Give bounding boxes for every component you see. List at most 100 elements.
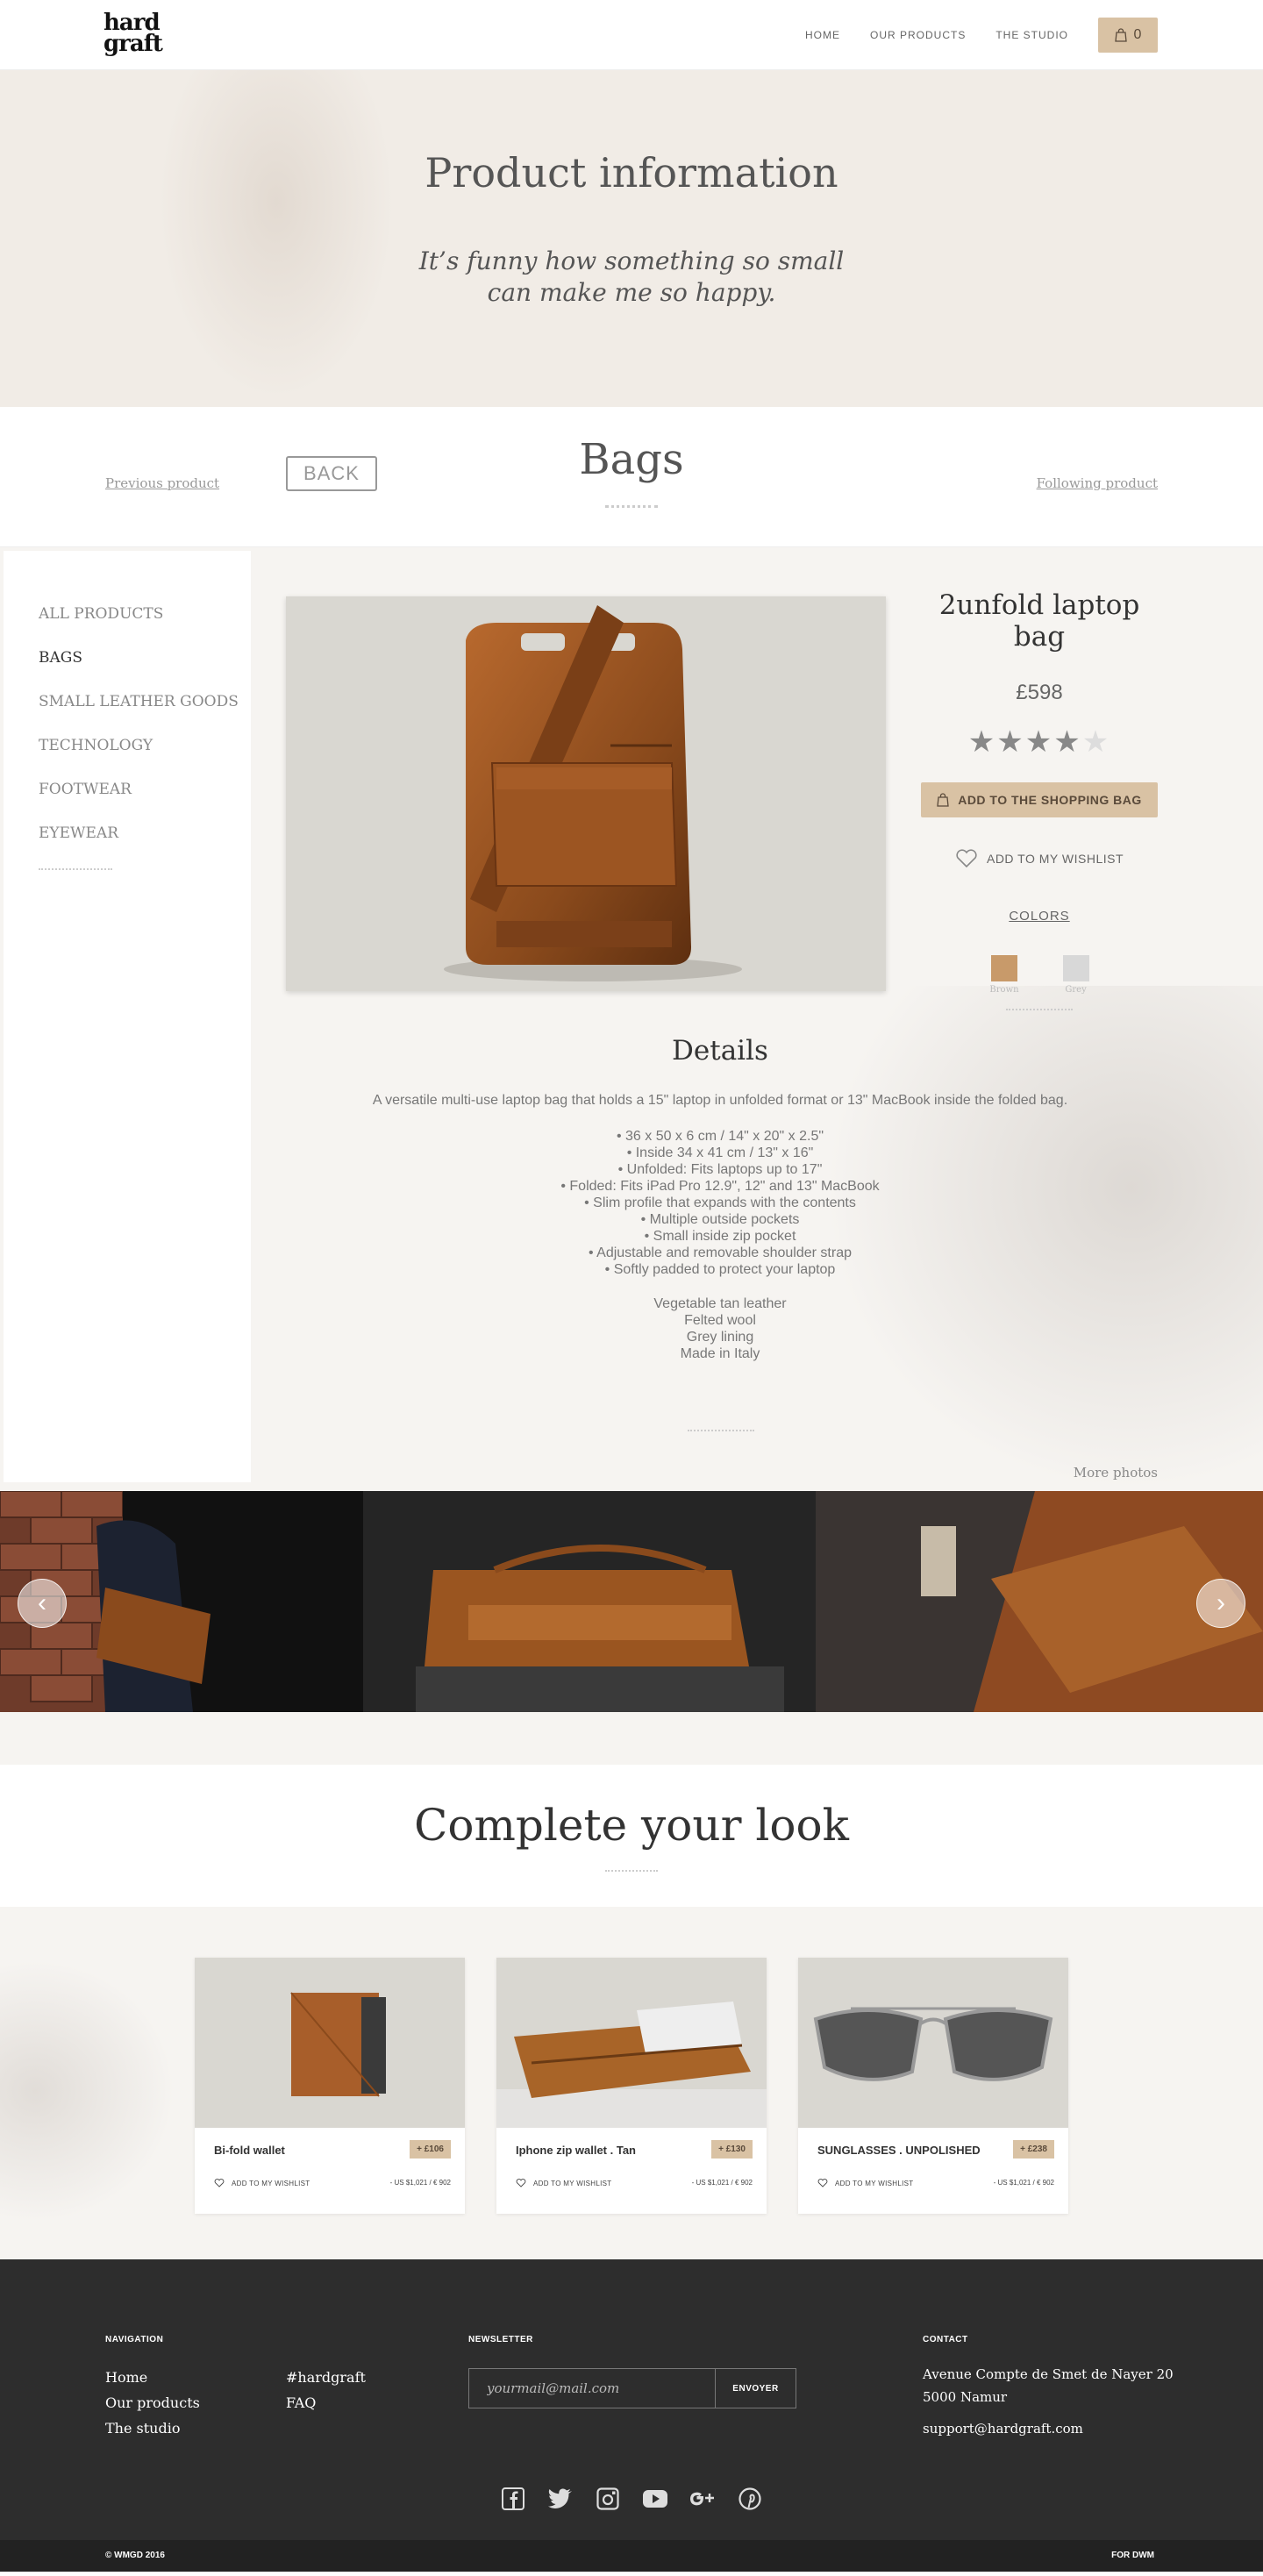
feature-item: • Adjustable and removable shoulder stra… <box>588 1245 852 1260</box>
feature-list: • 36 x 50 x 6 cm / 14" x 20" x 2.5" • In… <box>286 1128 1154 1278</box>
footer-link-the-studio[interactable]: The studio <box>105 2415 200 2441</box>
nav-the-studio[interactable]: THE STUDIO <box>995 29 1068 41</box>
sidebar-item-technology[interactable]: TECHNOLOGY <box>39 737 251 754</box>
gallery-photo-2[interactable] <box>363 1491 816 1712</box>
contact-title: CONTACT <box>923 2335 968 2344</box>
hero-banner: Product information It’s funny how somet… <box>0 70 1263 400</box>
add-to-wishlist-button[interactable]: ADD TO MY WISHLIST <box>912 849 1167 868</box>
hero-quote-line-1: It’s funny how something so small <box>418 246 845 275</box>
gallery-prev-button[interactable]: ‹ <box>18 1579 67 1628</box>
gallery-image <box>363 1491 816 1712</box>
newsletter-email-input[interactable] <box>469 2369 715 2408</box>
contact-email[interactable]: support@hardgraft.com <box>923 2417 1174 2440</box>
swatch-label: Grey <box>1065 985 1087 995</box>
zip-wallet-illustration <box>496 1958 767 2128</box>
product-card-price[interactable]: + £130 <box>711 2140 753 2159</box>
sunglasses-illustration <box>798 1958 1068 2128</box>
swatch-color <box>991 955 1017 981</box>
product-card-name: Iphone zip wallet . Tan <box>516 2144 636 2157</box>
swatch-color <box>1062 955 1089 981</box>
address-line-2: 5000 Namur <box>923 2389 1008 2405</box>
color-swatches: Brown Grey <box>912 955 1167 995</box>
product-card-price[interactable]: + £238 <box>1013 2140 1054 2159</box>
divider <box>605 505 658 508</box>
hero-quote-line-2: can make me so happy. <box>487 278 776 307</box>
nav-home[interactable]: HOME <box>805 29 840 41</box>
heart-icon <box>214 2179 225 2187</box>
details-title: Details <box>672 1035 768 1067</box>
newsletter-submit-button[interactable]: ENVOYER <box>715 2369 796 2408</box>
following-product-link[interactable]: Following product <box>1037 475 1158 491</box>
bag-count: 0 <box>1133 27 1142 42</box>
newsletter-form: ENVOYER <box>468 2368 796 2408</box>
product-card-image <box>195 1958 465 2128</box>
complete-your-look-header: Complete your look <box>0 1712 1263 1907</box>
footer-link-hardgraft[interactable]: #hardgraft <box>286 2365 366 2390</box>
product-price: £598 <box>1016 681 1063 704</box>
add-to-bag-button[interactable]: ADD TO THE SHOPPING BAG <box>921 782 1158 817</box>
social-links <box>500 2486 763 2512</box>
instagram-icon[interactable] <box>595 2486 621 2512</box>
color-swatch-brown[interactable]: Brown <box>989 955 1019 995</box>
swatch-label: Brown <box>989 985 1019 995</box>
sidebar-item-small-leather-goods[interactable]: SMALL LEATHER GOODS <box>39 693 251 710</box>
footer-nav-title: NAVIGATION <box>105 2335 164 2344</box>
heart-icon <box>516 2179 526 2187</box>
product-card-image <box>496 1958 767 2128</box>
divider <box>39 868 112 870</box>
google-plus-icon[interactable] <box>689 2486 716 2512</box>
facebook-icon[interactable] <box>500 2486 526 2512</box>
youtube-icon[interactable] <box>642 2486 668 2512</box>
heart-icon <box>817 2179 828 2187</box>
heart-icon <box>956 849 977 868</box>
color-swatch-grey[interactable]: Grey <box>1062 955 1089 995</box>
divider <box>605 1870 658 1872</box>
pinterest-icon[interactable] <box>737 2486 763 2512</box>
wishlist-label: ADD TO MY WISHLIST <box>835 2179 914 2187</box>
contact-info: Avenue Compte de Smet de Nayer 20 5000 N… <box>923 2363 1174 2440</box>
sidebar-item-footwear[interactable]: FOOTWEAR <box>39 781 251 798</box>
gallery-next-button[interactable]: › <box>1196 1579 1245 1628</box>
feature-item: • Slim profile that expands with the con… <box>584 1195 856 1210</box>
laptop-bag-illustration <box>444 605 742 981</box>
more-photos-link[interactable]: More photos <box>1074 1465 1158 1481</box>
footer-nav-col-2: #hardgraft FAQ <box>286 2365 366 2415</box>
product-card-price[interactable]: + £106 <box>410 2140 451 2159</box>
product-card[interactable]: Iphone zip wallet . Tan + £130 ADD TO MY… <box>496 1958 767 2214</box>
product-card[interactable]: SUNGLASSES . UNPOLISHED + £238 ADD TO MY… <box>798 1958 1068 2214</box>
sidebar-item-eyewear[interactable]: EYEWEAR <box>39 824 251 842</box>
sidebar-item-all-products[interactable]: ALL PRODUCTS <box>39 605 251 623</box>
divider <box>688 1430 754 1431</box>
product-image[interactable] <box>286 596 886 991</box>
feature-item: • 36 x 50 x 6 cm / 14" x 20" x 2.5" <box>616 1129 824 1144</box>
add-to-wishlist-button[interactable]: ADD TO MY WISHLIST <box>516 2179 611 2187</box>
feature-item: • Softly padded to protect your laptop <box>604 1262 836 1277</box>
product-card-name: SUNGLASSES . UNPOLISHED <box>817 2144 981 2157</box>
product-details: Details A versatile multi-use laptop bag… <box>286 1035 1154 1362</box>
add-to-wishlist-button[interactable]: ADD TO MY WISHLIST <box>214 2179 310 2187</box>
product-card[interactable]: Bi-fold wallet + £106 ADD TO MY WISHLIST… <box>195 1958 465 2214</box>
shopping-bag-icon <box>937 793 949 807</box>
footer-link-home[interactable]: Home <box>105 2365 200 2390</box>
star-filled-icon: ★ <box>1053 725 1082 759</box>
material-item: Grey lining <box>686 1330 754 1345</box>
material-item: Vegetable tan leather <box>653 1296 787 1311</box>
footer-link-faq[interactable]: FAQ <box>286 2390 366 2415</box>
address-line-1: Avenue Compte de Smet de Nayer 20 <box>923 2366 1174 2382</box>
credit: FOR DWM <box>1111 2551 1154 2560</box>
product-info: 2unfold laptop bag £598 ★★★★★ ADD TO THE… <box>912 589 1167 1010</box>
twitter-icon[interactable] <box>547 2486 574 2512</box>
feature-item: • Small inside zip pocket <box>644 1229 796 1244</box>
nav-our-products[interactable]: OUR PRODUCTS <box>870 29 966 41</box>
site-header: hard graft HOME OUR PRODUCTS THE STUDIO … <box>0 0 1263 70</box>
footer-link-our-products[interactable]: Our products <box>105 2390 200 2415</box>
add-to-wishlist-button[interactable]: ADD TO MY WISHLIST <box>817 2179 913 2187</box>
star-filled-icon: ★ <box>1024 725 1054 759</box>
shopping-bag-button[interactable]: 0 <box>1098 18 1158 53</box>
related-products: Bi-fold wallet + £106 ADD TO MY WISHLIST… <box>0 1907 1263 2259</box>
product-name: 2unfold laptop bag <box>938 589 1140 653</box>
logo[interactable]: hard graft <box>103 11 163 55</box>
shopping-bag-icon <box>1114 28 1127 42</box>
sidebar-item-bags[interactable]: BAGS <box>39 649 251 667</box>
look-title: Complete your look <box>414 1800 849 1851</box>
